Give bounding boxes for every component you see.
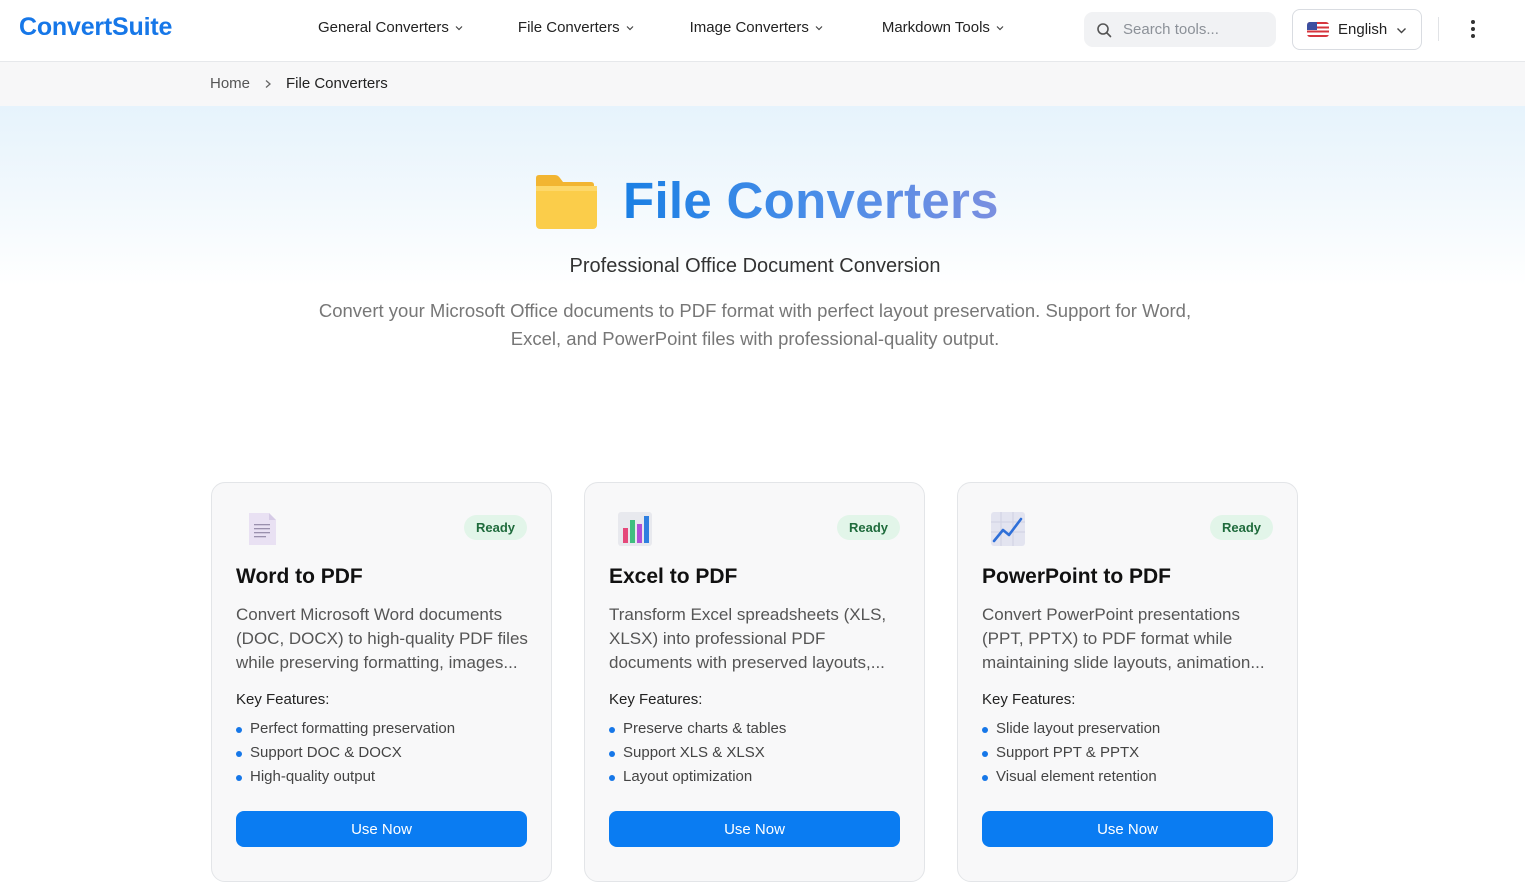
header-divider (1438, 17, 1439, 41)
feature-item: Support PPT & PPTX (982, 741, 1160, 765)
feature-item: Support XLS & XLSX (609, 741, 786, 765)
nav-label: Markdown Tools (881, 19, 990, 36)
us-flag-icon (1307, 22, 1329, 37)
chevron-right-icon (265, 79, 272, 88)
use-now-button[interactable]: Use Now (609, 811, 900, 847)
trend-chart-icon (991, 512, 1025, 546)
document-icon (249, 513, 276, 545)
feature-item: Layout optimization (609, 765, 786, 789)
feature-item: Visual element retention (982, 765, 1160, 789)
chevron-down-icon (815, 25, 823, 30)
use-now-button[interactable]: Use Now (236, 811, 527, 847)
main-nav: General Converters File Converters Image… (318, 19, 1064, 36)
language-selector[interactable]: English (1292, 9, 1422, 50)
nav-markdown-tools[interactable]: Markdown Tools (882, 19, 1004, 36)
status-badge: Ready (836, 515, 900, 540)
feature-list: Preserve charts & tables Support XLS & X… (609, 717, 786, 789)
nav-label: General Converters (318, 19, 449, 36)
folder-icon (536, 175, 597, 229)
chevron-down-icon (626, 25, 634, 30)
breadcrumb-home[interactable]: Home (210, 75, 250, 92)
feature-item: High-quality output (236, 765, 455, 789)
feature-list: Perfect formatting preservation Support … (236, 717, 455, 789)
feature-list: Slide layout preservation Support PPT & … (982, 717, 1160, 789)
tool-card-word-to-pdf: Ready Word to PDF Convert Microsoft Word… (211, 482, 552, 882)
card-description: Convert Microsoft Word documents (DOC, D… (236, 605, 528, 672)
page-subtitle: Professional Office Document Conversion (569, 255, 941, 277)
chevron-down-icon (455, 25, 463, 30)
dot (1471, 27, 1475, 31)
tool-card-powerpoint-to-pdf: Ready PowerPoint to PDF Convert PowerPoi… (957, 482, 1298, 882)
chevron-down-icon (1397, 28, 1406, 34)
card-description: Transform Excel spreadsheets (XLS, XLSX)… (609, 605, 887, 672)
breadcrumb: Home File Converters (210, 75, 388, 92)
dot (1471, 34, 1475, 38)
feature-item: Preserve charts & tables (609, 717, 786, 741)
search-input[interactable] (1123, 21, 1273, 38)
key-features-label: Key Features: (982, 691, 1076, 708)
breadcrumb-current: File Converters (286, 75, 388, 92)
status-badge: Ready (463, 515, 527, 540)
card-title: Excel to PDF (609, 565, 738, 588)
site-logo[interactable]: ConvertSuite (19, 13, 172, 42)
nav-general-converters[interactable]: General Converters (318, 19, 463, 36)
nav-file-converters[interactable]: File Converters (518, 19, 634, 36)
card-title: PowerPoint to PDF (982, 565, 1171, 588)
top-navbar: ConvertSuite General Converters File Con… (0, 0, 1525, 62)
chevron-down-icon (996, 25, 1004, 30)
card-description: Convert PowerPoint presentations (PPT, P… (982, 605, 1265, 672)
more-menu-button[interactable] (1463, 16, 1483, 42)
page-description: Convert your Microsoft Office documents … (318, 300, 1192, 349)
nav-label: File Converters (517, 19, 620, 36)
page-title: File Converters (623, 170, 999, 232)
search-box[interactable] (1084, 12, 1276, 47)
nav-label: Image Converters (689, 19, 809, 36)
feature-item: Support DOC & DOCX (236, 741, 455, 765)
feature-item: Perfect formatting preservation (236, 717, 455, 741)
language-label: English (1338, 21, 1388, 38)
status-badge: Ready (1209, 515, 1273, 540)
use-now-button[interactable]: Use Now (982, 811, 1273, 847)
key-features-label: Key Features: (609, 691, 703, 708)
key-features-label: Key Features: (236, 691, 330, 708)
bar-chart-icon (618, 512, 652, 546)
page-title-row: File Converters (533, 170, 999, 232)
search-icon (1097, 22, 1112, 37)
card-title: Word to PDF (236, 565, 363, 588)
tool-card-excel-to-pdf: Ready Excel to PDF Transform Excel sprea… (584, 482, 925, 882)
feature-item: Slide layout preservation (982, 717, 1160, 741)
nav-image-converters[interactable]: Image Converters (690, 19, 823, 36)
dot (1471, 20, 1475, 24)
breadcrumb-bar: Home File Converters (0, 62, 1525, 106)
